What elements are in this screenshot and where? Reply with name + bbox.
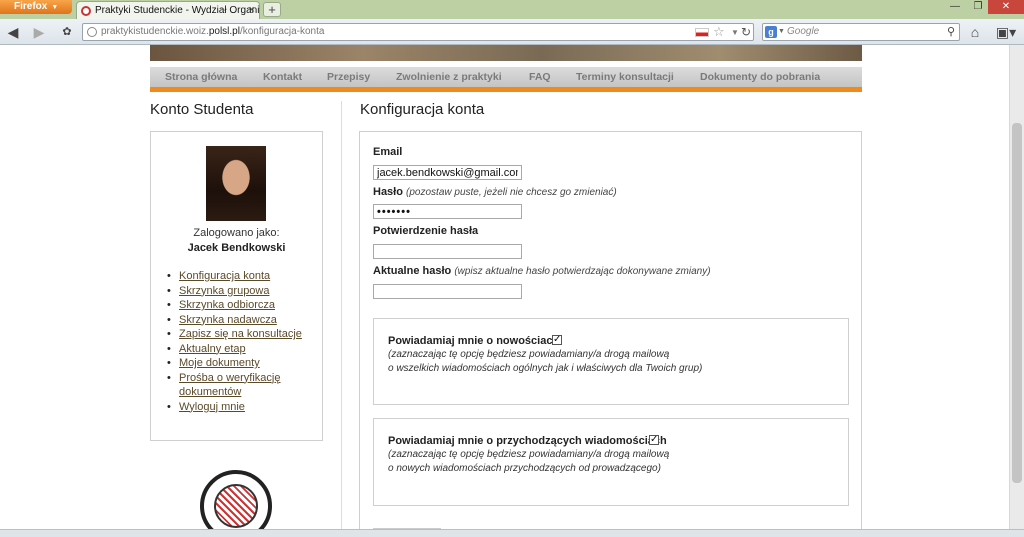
link-label: Skrzynka grupowa [179, 284, 270, 297]
firefox-menu-button[interactable]: Firefox ▼ [0, 0, 72, 14]
chevron-down-icon: ▼ [51, 4, 59, 11]
firefox-menu-label: Firefox [14, 1, 48, 12]
password-field[interactable] [373, 204, 522, 219]
link-label: Skrzynka odbiorcza [179, 299, 275, 311]
globe-icon [87, 27, 97, 37]
password-hint: (pozostaw puste, jeżeli nie chcesz go zm… [406, 187, 617, 198]
scrollbar-thumb[interactable] [1012, 123, 1022, 483]
sidebar-title: Konto Studenta [150, 101, 254, 118]
link-label: Moje dokumenty [179, 357, 260, 369]
current-password-label: Aktualne hasło [373, 265, 452, 277]
url-path: /konfiguracja-konta [239, 26, 325, 37]
notify-news-desc-2: o wszelkich wiadomościach ogólnych jak i… [388, 363, 703, 374]
menu-item-documents[interactable]: Dokumenty do pobrania [700, 67, 820, 87]
account-menu-item-outbox[interactable]: Skrzynka nadawcza [165, 313, 315, 328]
account-menu-item-my-documents[interactable]: Moje dokumenty [165, 356, 315, 371]
main-menu: Strona główna Kontakt Przepisy Zwolnieni… [150, 67, 862, 92]
search-icon[interactable]: ⚲ [947, 24, 955, 40]
bookmark-star-icon[interactable]: ☆ [713, 24, 725, 40]
account-menu-item-settings[interactable]: Konfiguracja konta [165, 269, 315, 284]
account-menu-item-logout[interactable]: Wyloguj mnie [165, 400, 315, 415]
notify-messages-desc-2: o nowych wiadomościach przychodzących od… [388, 463, 661, 474]
reload-icon[interactable]: ↻ [741, 24, 751, 40]
password-label: Hasło [373, 186, 403, 198]
avatar [206, 146, 266, 221]
link-label: Skrzynka nadawcza [179, 313, 277, 326]
forward-arrow-icon[interactable]: ▶ [30, 23, 48, 41]
home-icon[interactable]: ⌂ [966, 23, 984, 41]
tab-title: Praktyki Studenckie - Wydział Organizacj… [95, 5, 260, 16]
notify-messages-panel: Powiadamiaj mnie o przychodzących wiadom… [373, 418, 849, 506]
address-bar[interactable]: praktykistudenckie.woiz.polsl.pl/konfigu… [82, 23, 754, 41]
link-label: Prośba o weryfikację dokumentów [179, 371, 281, 399]
link-label: Wyloguj mnie [179, 400, 245, 413]
menu-item-contact[interactable]: Kontakt [263, 67, 302, 87]
email-label: Email [373, 146, 403, 158]
close-tab-icon[interactable]: × [249, 2, 255, 19]
account-menu-item-inbox[interactable]: Skrzynka odbiorcza [165, 298, 315, 313]
logged-in-label: Zalogowano jako: [193, 227, 280, 239]
university-seal-logo [200, 470, 272, 529]
back-arrow-icon[interactable]: ◀ [4, 23, 22, 41]
search-bar[interactable]: g ▼ Google ⚲ [762, 23, 960, 41]
menu-item-consultations[interactable]: Terminy konsultacji [576, 67, 674, 87]
bookmarks-menu-icon[interactable]: ▣▾ [994, 23, 1018, 41]
seal-emblem [214, 484, 258, 528]
account-menu-item-group-inbox[interactable]: Skrzynka grupowa [165, 284, 315, 299]
page-scrollbar[interactable] [1009, 45, 1024, 529]
page-viewport: Strona główna Kontakt Przepisy Zwolnieni… [0, 45, 1009, 529]
current-password-label-row: Aktualne hasło (wpisz aktualne hasło pot… [373, 265, 711, 277]
link-label: Aktualny etap [179, 342, 246, 355]
email-field[interactable] [373, 165, 522, 180]
minimize-icon[interactable]: — [942, 0, 968, 14]
notify-messages-desc-1: (zaznaczając tę opcję będziesz powiadami… [388, 449, 670, 460]
google-icon[interactable]: g [765, 26, 777, 38]
menu-item-faq[interactable]: FAQ [529, 67, 551, 87]
header-banner-image [150, 45, 862, 61]
password-label-row: Hasło (pozostaw puste, jeżeli nie chcesz… [373, 186, 617, 198]
menu-item-exemption[interactable]: Zwolnienie z praktyki [396, 67, 502, 87]
column-divider [341, 101, 342, 529]
user-name: Jacek Bendkowski [187, 242, 286, 254]
site-identity-icon[interactable]: ✿ [58, 23, 76, 41]
window-titlebar: Firefox ▼ Praktyki Studenckie - Wydział O… [0, 0, 1024, 19]
account-menu-item-verification-request[interactable]: Prośba o weryfikację dokumentów [165, 371, 315, 400]
link-label: Zapisz się na konsultacje [179, 328, 302, 340]
page-title: Konfiguracja konta [360, 101, 485, 118]
navigation-toolbar: ◀ ▶ ✿ praktykistudenckie.woiz.polsl.pl/k… [0, 19, 1024, 45]
account-menu: Konfiguracja konta Skrzynka grupowa Skrz… [165, 269, 315, 414]
confirm-password-label: Potwierdzenie hasła [373, 225, 479, 237]
url-host: polsl.pl [208, 26, 240, 37]
user-panel: Zalogowano jako: Jacek Bendkowski Konfig… [150, 131, 323, 441]
account-menu-item-consultation-signup[interactable]: Zapisz się na konsultacje [165, 327, 315, 342]
notify-news-desc-1: (zaznaczając tę opcję będziesz powiadami… [388, 349, 670, 360]
close-window-icon[interactable]: ✕ [988, 0, 1024, 14]
notify-news-label: Powiadamiaj mnie o nowościach [388, 335, 560, 347]
notify-messages-label: Powiadamiaj mnie o przychodzących wiadom… [388, 435, 667, 447]
chevron-down-icon[interactable]: ▼ [778, 24, 785, 40]
notify-messages-checkbox[interactable]: ✓ [649, 435, 659, 445]
status-bar [0, 529, 1024, 537]
current-password-hint: (wpisz aktualne hasło potwierdzając doko… [454, 266, 711, 277]
flag-icon [695, 28, 709, 37]
maximize-icon[interactable]: ❐ [968, 0, 988, 14]
account-settings-form: Email Hasło (pozostaw puste, jeżeli nie … [359, 131, 862, 529]
notify-news-checkbox[interactable]: ✓ [552, 335, 562, 345]
current-password-field[interactable] [373, 284, 522, 299]
history-dropdown-icon[interactable]: ▼ [731, 25, 739, 41]
url-prefix: praktykistudenckie.woiz. [101, 26, 209, 37]
favicon-icon [81, 6, 91, 16]
menu-item-regulations[interactable]: Przepisy [327, 67, 370, 87]
search-placeholder: Google [787, 26, 820, 37]
account-menu-item-current-stage[interactable]: Aktualny etap [165, 342, 315, 357]
link-label: Konfiguracja konta [179, 270, 271, 282]
new-tab-button[interactable]: + [263, 2, 281, 17]
menu-item-home[interactable]: Strona główna [165, 67, 237, 87]
confirm-password-field[interactable] [373, 244, 522, 259]
notify-news-panel: Powiadamiaj mnie o nowościach ✓ (zaznacz… [373, 318, 849, 405]
browser-tab[interactable]: Praktyki Studenckie - Wydział Organizacj… [76, 1, 260, 19]
